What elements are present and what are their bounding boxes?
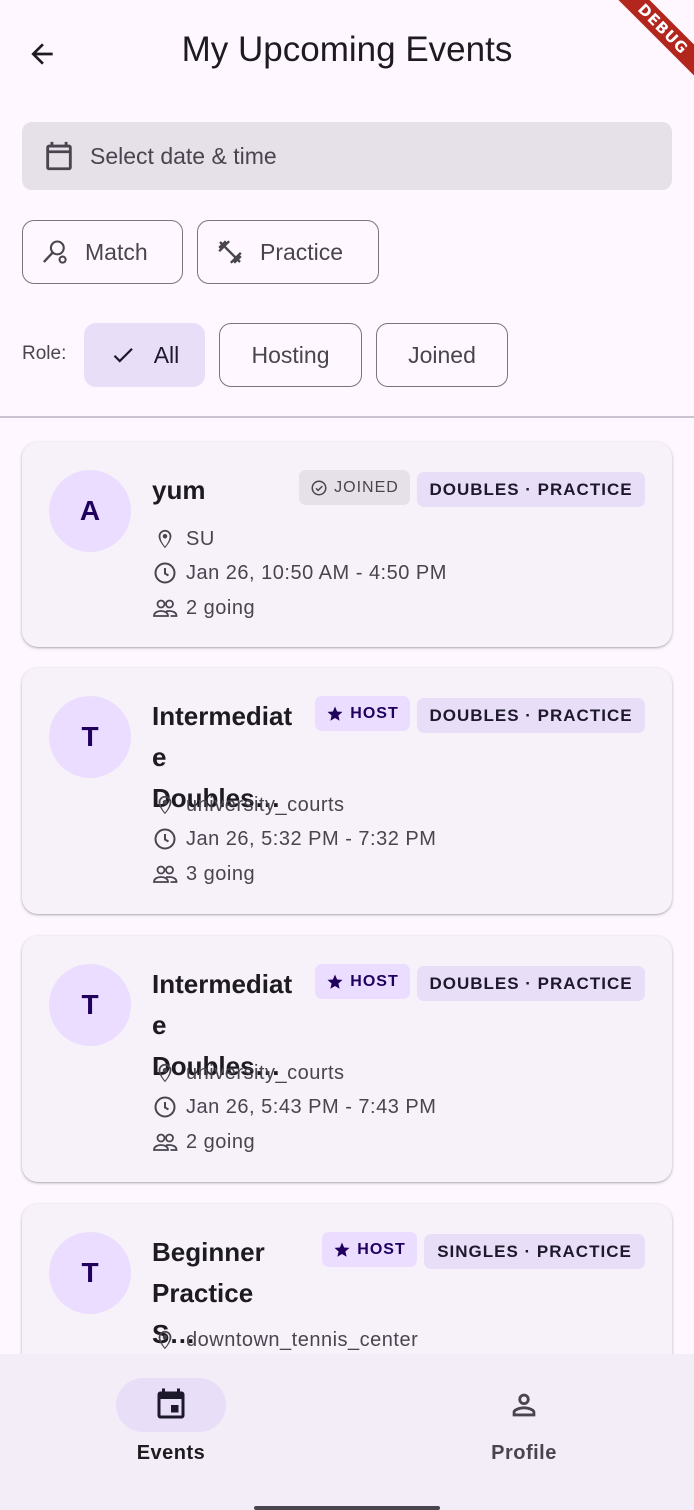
- attendees-text: 2 going: [186, 596, 256, 619]
- nav-label: Events: [136, 1442, 206, 1464]
- status-badge: HOST: [315, 696, 410, 731]
- attendees-text: 2 going: [186, 1130, 256, 1153]
- role-chip-label: Joined: [408, 341, 476, 368]
- event-list[interactable]: A yum JOINED DOUBLES · PRACTICE SU Jan 2…: [0, 418, 694, 1354]
- event-attendees: 3 going: [152, 861, 255, 887]
- avatar: T: [49, 964, 131, 1046]
- event-time: Jan 26, 10:50 AM - 4:50 PM: [152, 560, 447, 586]
- role-chip-hosting[interactable]: Hosting: [219, 323, 362, 387]
- check-icon: [113, 348, 133, 363]
- event-calendar-icon: [157, 1388, 185, 1419]
- page-title: My Upcoming Events: [181, 30, 513, 69]
- filter-chip-practice[interactable]: Practice: [197, 220, 379, 284]
- status-badge: JOINED: [299, 470, 410, 505]
- role-chip-label: Hosting: [251, 341, 330, 368]
- filter-chip-label: Practice: [260, 238, 344, 265]
- event-card[interactable]: T Beginner Practice S… HOST SINGLES · PR…: [22, 1204, 672, 1354]
- person-icon: [512, 1393, 536, 1417]
- clock-icon: [152, 826, 178, 852]
- event-attendees: 2 going: [152, 595, 255, 621]
- event-location: SU: [152, 526, 215, 552]
- avatar: T: [49, 696, 131, 778]
- star-icon: [334, 1242, 350, 1257]
- check-circle-icon: [311, 480, 327, 495]
- location-pin-icon: [152, 1060, 178, 1086]
- star-icon: [327, 706, 343, 721]
- location-text: SU: [186, 527, 215, 550]
- group-icon: [152, 1129, 178, 1155]
- time-text: Jan 26, 10:50 AM - 4:50 PM: [186, 561, 447, 584]
- bottom-navigation: Events Profile: [0, 1354, 694, 1510]
- nav-indicator: [469, 1378, 579, 1432]
- role-chip-label: All: [153, 341, 180, 368]
- status-badge-label: HOST: [357, 1240, 406, 1258]
- time-text: Jan 26, 5:43 PM - 7:43 PM: [186, 1095, 437, 1118]
- nav-indicator: [116, 1378, 226, 1432]
- group-icon: [152, 861, 178, 887]
- status-badge-label: JOINED: [334, 478, 399, 496]
- attendees-text: 3 going: [186, 862, 256, 885]
- location-text: university_courts: [186, 793, 345, 816]
- avatar: T: [49, 1232, 131, 1314]
- event-attendees: 2 going: [152, 1129, 255, 1155]
- filter-chip-label: Match: [85, 238, 148, 265]
- date-picker-placeholder: Select date & time: [90, 142, 277, 169]
- location-text: downtown_tennis_center: [186, 1328, 419, 1351]
- star-icon: [327, 974, 343, 989]
- event-card[interactable]: T Intermediat e Doubles… HOST DOUBLES · …: [22, 668, 672, 914]
- event-title: yum: [152, 475, 206, 505]
- event-type-badge: DOUBLES · PRACTICE: [417, 966, 645, 1001]
- event-location: university_courts: [152, 1060, 345, 1086]
- clock-icon: [152, 1094, 178, 1120]
- role-chip-all[interactable]: All: [84, 323, 205, 387]
- avatar: A: [49, 470, 131, 552]
- status-badge: HOST: [322, 1232, 417, 1267]
- fitness-icon: [214, 236, 246, 268]
- nav-item-profile[interactable]: Profile: [444, 1378, 604, 1465]
- location-pin-icon: [152, 1327, 178, 1353]
- home-indicator: [254, 1506, 440, 1510]
- time-text: Jan 26, 5:32 PM - 7:32 PM: [186, 827, 437, 850]
- event-type-badge: DOUBLES · PRACTICE: [417, 698, 645, 733]
- event-time: Jan 26, 5:32 PM - 7:32 PM: [152, 826, 436, 852]
- nav-item-events[interactable]: Events: [91, 1378, 251, 1465]
- tennis-racket-icon: [39, 236, 71, 268]
- clock-icon: [152, 560, 178, 586]
- event-card[interactable]: T Intermediat e Doubles… HOST DOUBLES · …: [22, 936, 672, 1182]
- event-type-badge: DOUBLES · PRACTICE: [417, 472, 645, 507]
- event-card[interactable]: A yum JOINED DOUBLES · PRACTICE SU Jan 2…: [22, 442, 672, 647]
- event-location: university_courts: [152, 792, 345, 818]
- status-badge-label: HOST: [350, 972, 399, 990]
- group-icon: [152, 595, 178, 621]
- location-text: university_courts: [186, 1061, 345, 1084]
- event-time: Jan 26, 5:43 PM - 7:43 PM: [152, 1094, 436, 1120]
- app-bar: My Upcoming Events: [0, 0, 694, 105]
- location-pin-icon: [152, 526, 178, 552]
- event-type-badge: SINGLES · PRACTICE: [424, 1234, 645, 1269]
- role-filter-label: Role:: [22, 343, 67, 364]
- event-location: downtown_tennis_center: [152, 1327, 418, 1353]
- date-time-picker[interactable]: Select date & time: [22, 122, 672, 190]
- status-badge: HOST: [315, 964, 410, 999]
- calendar-icon: [46, 141, 72, 171]
- role-chip-joined[interactable]: Joined: [376, 323, 508, 387]
- filter-chip-match[interactable]: Match: [22, 220, 183, 284]
- nav-label: Profile: [491, 1442, 557, 1464]
- status-badge-label: HOST: [350, 704, 399, 722]
- location-pin-icon: [152, 792, 178, 818]
